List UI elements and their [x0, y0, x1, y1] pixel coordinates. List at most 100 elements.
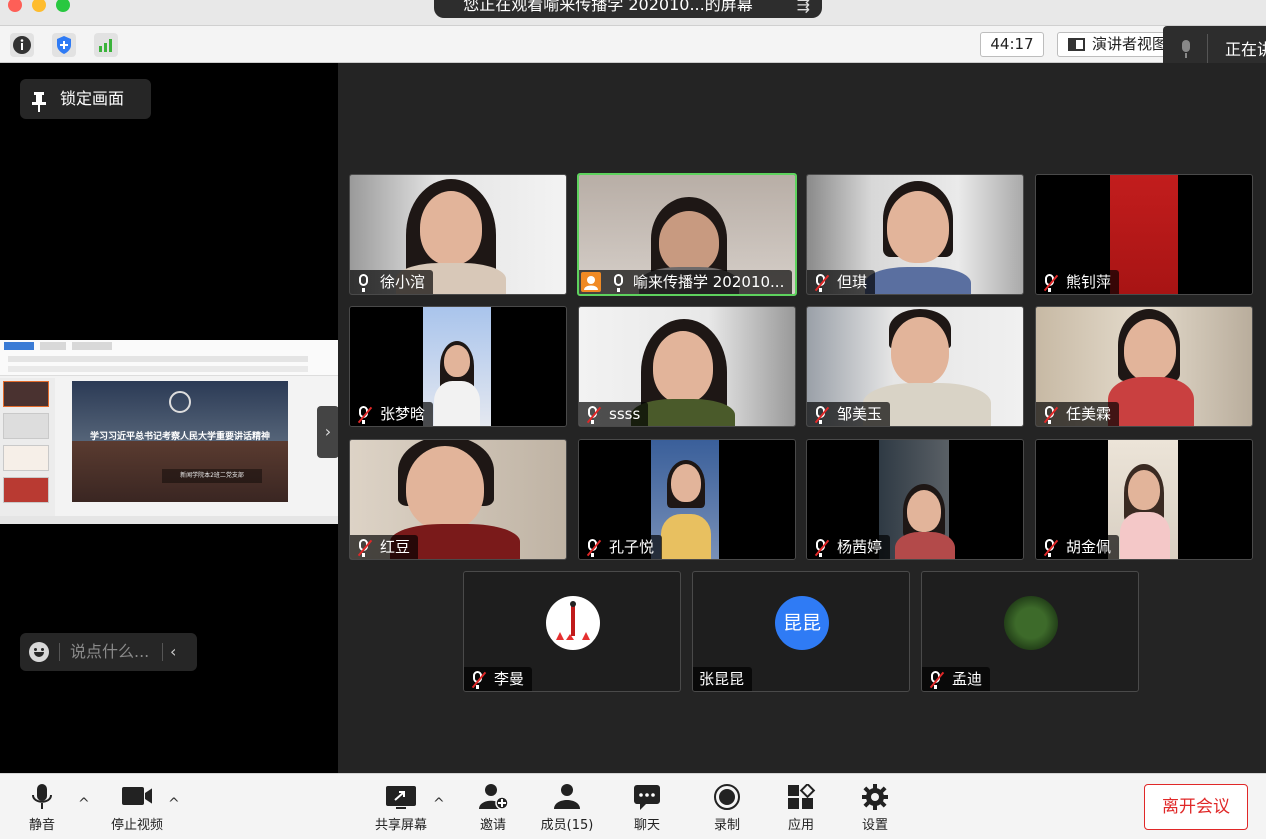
muted-mic-icon	[473, 671, 482, 689]
participant-name: 李曼	[494, 670, 525, 688]
host-badge-icon	[581, 272, 601, 292]
muted-mic-icon	[1045, 274, 1054, 292]
meeting-info-icon[interactable]	[10, 33, 34, 57]
security-shield-icon[interactable]	[52, 33, 76, 57]
chat-label: 聊天	[633, 818, 660, 833]
emoji-icon[interactable]	[29, 642, 49, 662]
muted-mic-icon	[588, 539, 597, 557]
members-label: 成员(15)	[540, 818, 594, 833]
video-gallery: 徐小涫 喻来传播学 202010... 但琪 熊钊萍 张梦晗 ssss 邹美玉 …	[338, 63, 1266, 773]
participant-name: 杨茜婷	[837, 538, 883, 556]
chat-bubble-icon	[634, 785, 660, 810]
share-options-caret-icon[interactable]: ^	[433, 796, 445, 812]
muted-mic-icon	[588, 406, 597, 424]
muted-mic-icon	[1045, 539, 1054, 557]
participant-name-bar: 邹美玉	[807, 402, 891, 426]
participant-name: 徐小涫	[380, 273, 426, 291]
participant-tile[interactable]: 任美霖	[1035, 306, 1253, 427]
stop-video-button[interactable]: 停止视频	[102, 780, 172, 836]
participant-name-bar: 红豆	[350, 535, 419, 559]
chat-placeholder: 说点什么...	[70, 642, 150, 661]
participant-name: 喻来传播学 202010...	[633, 273, 785, 291]
collapse-panel-button[interactable]: ›	[317, 406, 339, 458]
record-button[interactable]: 录制	[692, 780, 762, 836]
participant-tile[interactable]: 孟迪	[921, 571, 1139, 692]
settings-button[interactable]: 设置	[840, 780, 910, 836]
invite-label: 邀请	[479, 818, 506, 833]
participant-name: 但琪	[837, 273, 868, 291]
settings-label: 设置	[861, 818, 888, 833]
participant-tile[interactable]: 但琪	[806, 174, 1024, 295]
participant-tile[interactable]: 李曼	[463, 571, 681, 692]
meeting-timer: 44:17	[980, 32, 1044, 57]
participant-name-bar: 胡金佩	[1036, 535, 1120, 559]
shared-presentation[interactable]: 学习习近平总书记考察人民大学重要讲话精神 新闻学院本2班二党支部	[0, 340, 338, 524]
add-user-icon	[479, 784, 508, 810]
share-screen-icon	[386, 786, 416, 809]
zoom-window-button[interactable]	[56, 0, 70, 12]
participant-name: 红豆	[380, 538, 411, 556]
video-camera-icon	[122, 787, 152, 805]
chat-button[interactable]: 聊天	[612, 780, 682, 836]
shared-screen-panel: 锁定画面 学习习近平总书记考察人民大学重要讲话精神 新闻学院本2班二党支部 说点…	[0, 63, 338, 773]
video-options-caret-icon[interactable]: ^	[168, 796, 180, 812]
current-slide: 学习习近平总书记考察人民大学重要讲话精神 新闻学院本2班二党支部	[72, 381, 288, 502]
meeting-toolbar: 静音 ^ 停止视频 ^ 共享屏幕 ^ 邀请 成员(15) 聊天 录制 应用 设置…	[0, 773, 1266, 839]
participant-tile[interactable]: 昆昆 张昆昆	[692, 571, 910, 692]
participant-name: 张昆昆	[699, 670, 745, 688]
apps-button[interactable]: 应用	[766, 780, 836, 836]
participant-tile[interactable]: 熊钊萍	[1035, 174, 1253, 295]
stop-video-label: 停止视频	[110, 818, 163, 833]
participant-tile[interactable]: 孔子悦	[578, 439, 796, 560]
participant-name-bar: 喻来传播学 202010...	[579, 270, 793, 294]
members-button[interactable]: 成员(15)	[532, 780, 602, 836]
speaker-mic-icon	[1182, 40, 1190, 58]
muted-mic-icon	[359, 539, 368, 557]
chat-input[interactable]: 说点什么... ‹	[20, 633, 197, 671]
participant-name: ssss	[609, 405, 641, 423]
participant-tile[interactable]: 张梦晗	[349, 306, 567, 427]
participant-tile[interactable]: ssss	[578, 306, 796, 427]
mute-button[interactable]: 静音	[7, 780, 77, 836]
chevron-left-icon[interactable]: ‹	[170, 633, 176, 671]
mic-icon	[614, 274, 623, 292]
invite-button[interactable]: 邀请	[458, 780, 528, 836]
slide-thumbnails	[0, 378, 55, 518]
participant-avatar-initials: 昆昆	[775, 596, 829, 650]
view-options-icon[interactable]: ⇶	[797, 0, 810, 18]
participant-avatar-image	[546, 596, 600, 650]
pin-icon	[32, 87, 46, 127]
speaker-view-button[interactable]: 演讲者视图	[1057, 32, 1177, 57]
participant-name: 邹美玉	[837, 405, 883, 423]
record-icon	[714, 784, 740, 810]
info-bar: 44:17 演讲者视图	[0, 26, 1266, 63]
view-layout-icon	[1068, 38, 1085, 51]
participant-tile[interactable]: 胡金佩	[1035, 439, 1253, 560]
presentation-app-toolbar	[0, 340, 338, 376]
gear-icon	[862, 784, 888, 810]
close-window-button[interactable]	[8, 0, 22, 12]
muted-mic-icon	[816, 406, 825, 424]
participant-tile[interactable]: 红豆	[349, 439, 567, 560]
slide-title: 学习习近平总书记考察人民大学重要讲话精神	[89, 432, 270, 442]
audio-options-caret-icon[interactable]: ^	[78, 796, 90, 812]
leave-meeting-button[interactable]: 离开会议	[1144, 784, 1248, 830]
participant-tile[interactable]: 徐小涫	[349, 174, 567, 295]
share-screen-button[interactable]: 共享屏幕	[366, 780, 436, 836]
participant-tile-active-speaker[interactable]: 喻来传播学 202010...	[577, 173, 797, 296]
participant-tile[interactable]: 杨茜婷	[806, 439, 1024, 560]
network-signal-icon[interactable]	[94, 33, 118, 57]
participant-name: 孔子悦	[609, 538, 655, 556]
minimize-window-button[interactable]	[32, 0, 46, 12]
participant-name: 任美霖	[1066, 405, 1112, 423]
lock-view-button[interactable]: 锁定画面	[20, 79, 151, 119]
participant-name: 张梦晗	[380, 405, 426, 423]
participant-tile[interactable]: 邹美玉	[806, 306, 1024, 427]
viewing-share-banner[interactable]: 您正在观看喻来传播学 202010...的屏幕 ⇶	[434, 0, 822, 18]
participant-name-bar: 张梦晗	[350, 402, 434, 426]
university-seal-icon	[169, 391, 191, 413]
apps-grid-icon	[788, 784, 816, 809]
microphone-icon	[32, 784, 52, 809]
mute-label: 静音	[28, 818, 55, 833]
participant-name-bar: 徐小涫	[350, 270, 434, 294]
